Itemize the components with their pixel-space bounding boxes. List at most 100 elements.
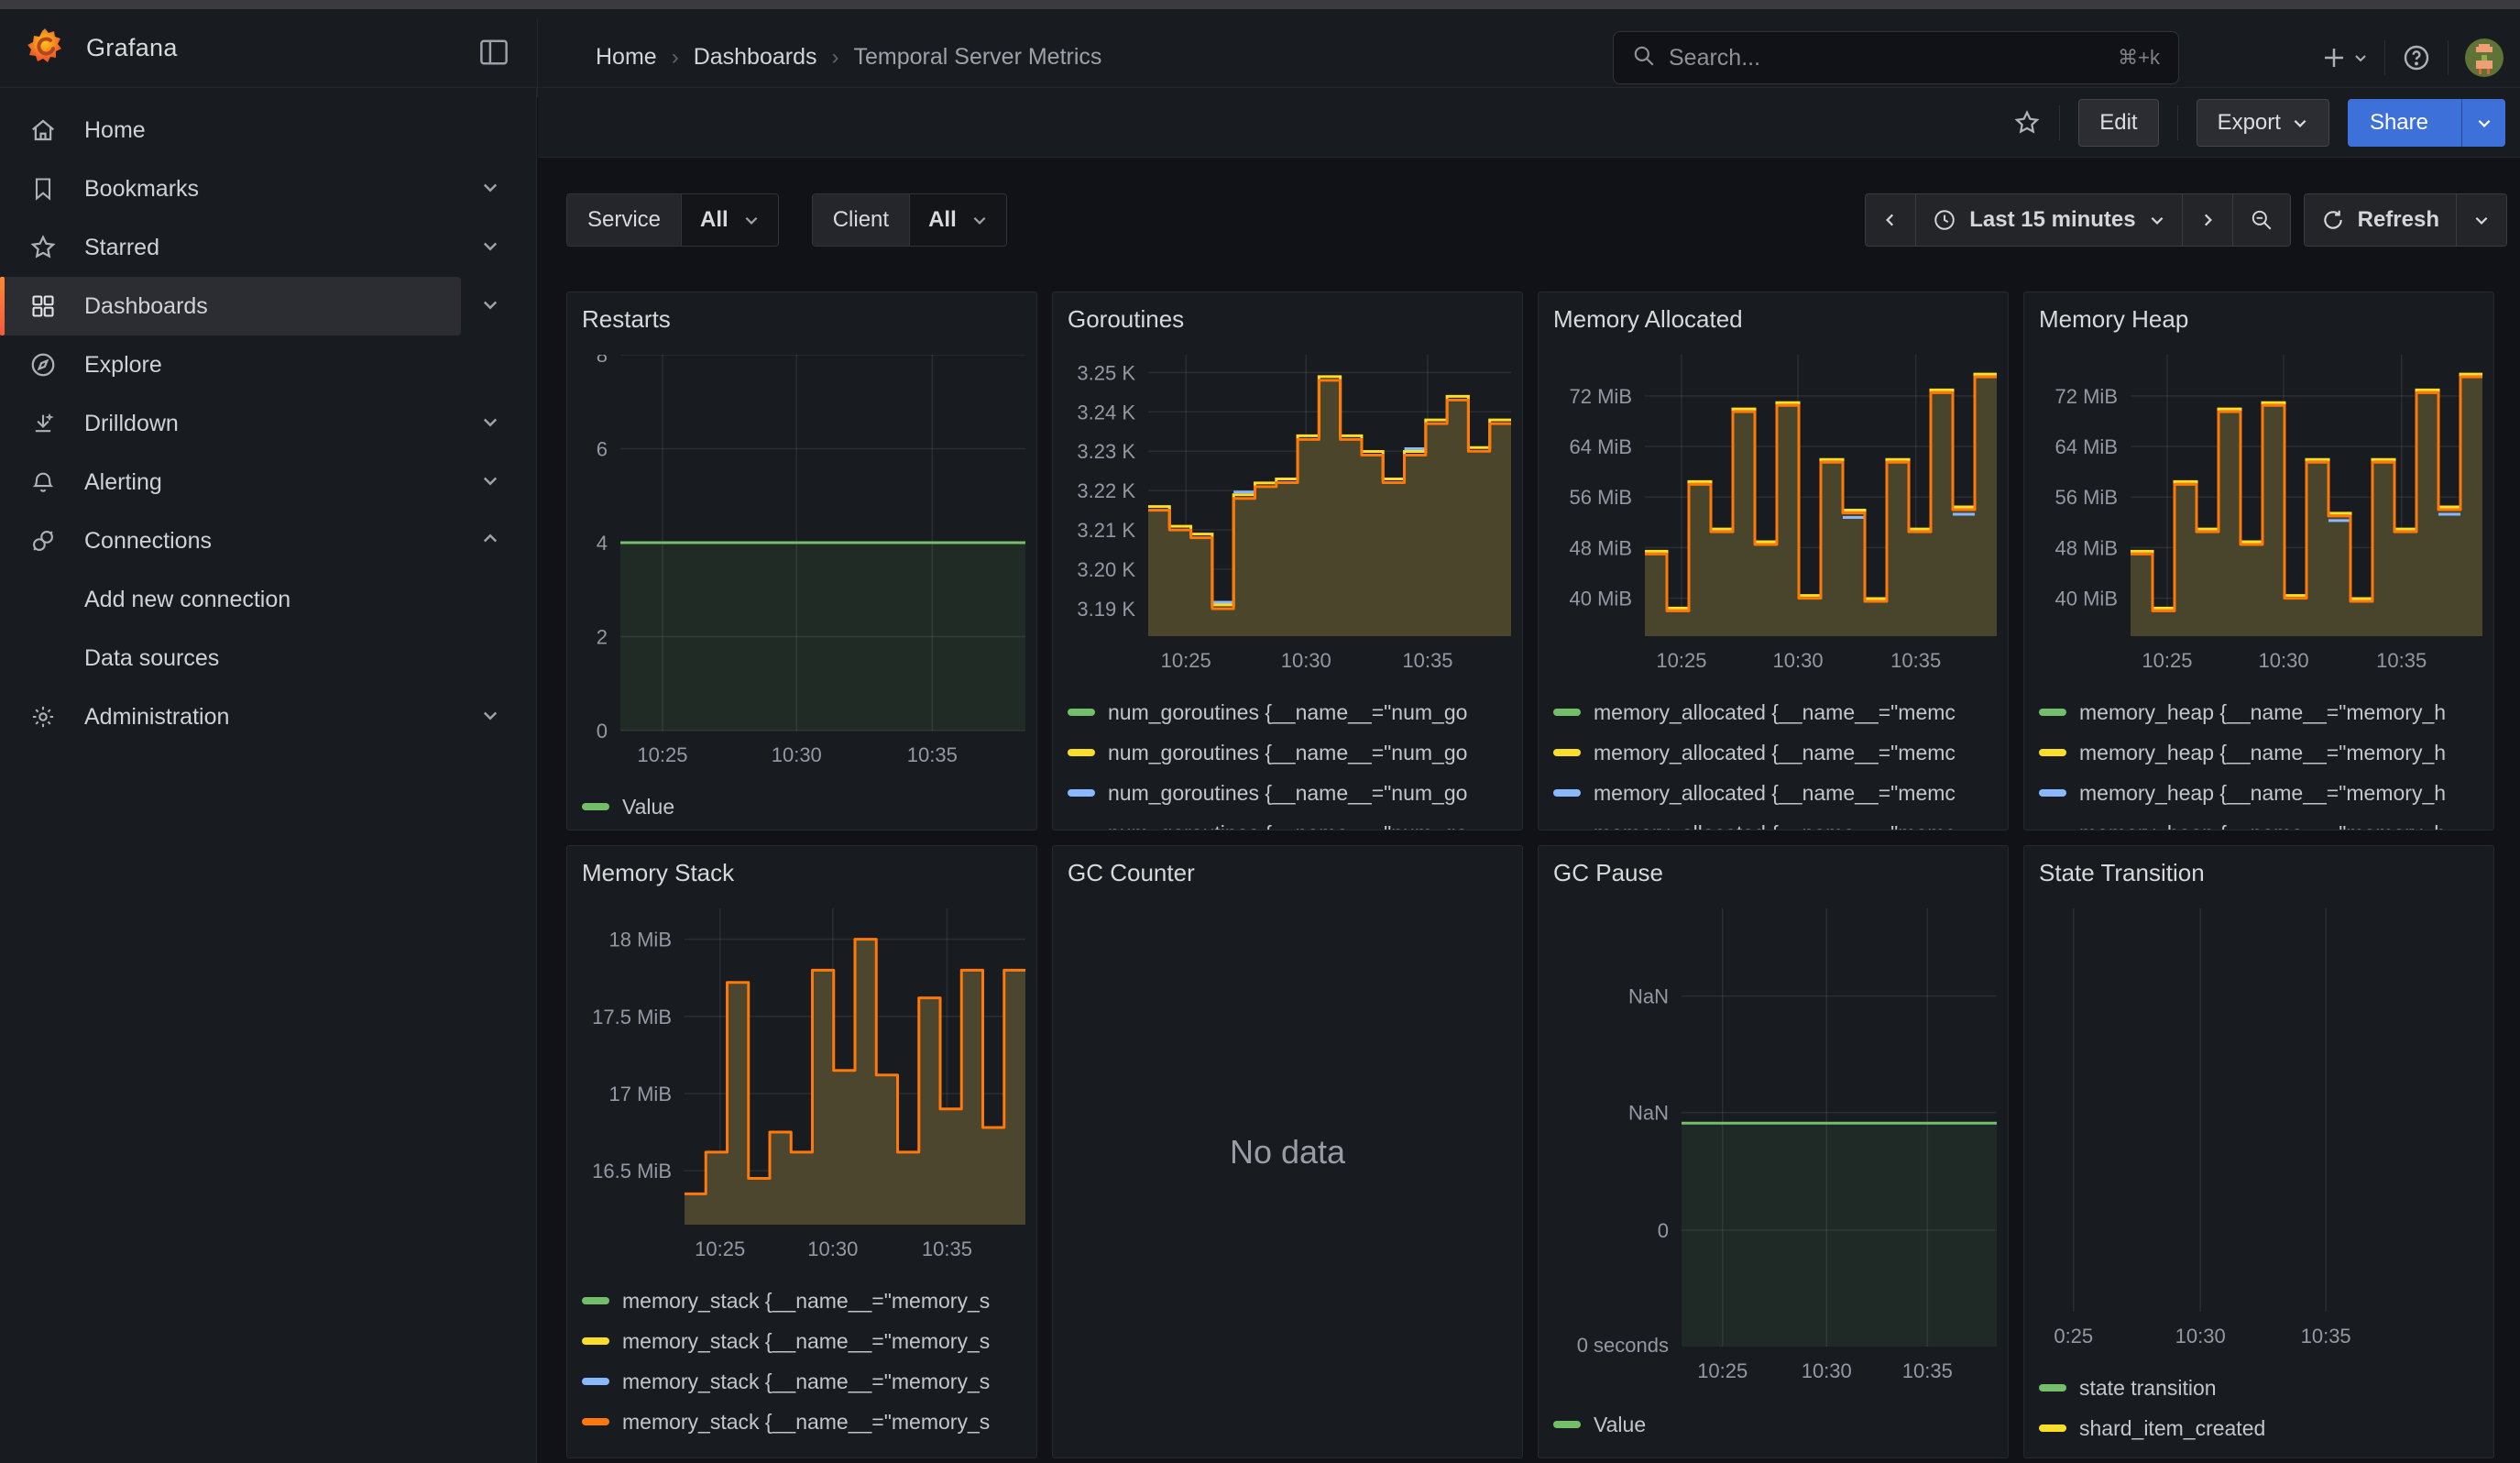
legend-item[interactable]: shard_item_created: [2039, 1408, 2479, 1448]
help-button[interactable]: [2402, 43, 2431, 72]
chevron-down-icon[interactable]: [481, 293, 499, 320]
search-input[interactable]: Search... ⌘+k: [1613, 31, 2179, 84]
share-button[interactable]: Share: [2348, 99, 2450, 147]
sidebar-item-alerting[interactable]: Alerting: [0, 453, 536, 512]
panel-title[interactable]: Restarts: [582, 303, 1022, 335]
chevron-down-icon[interactable]: [481, 235, 499, 261]
svg-text:10:35: 10:35: [2376, 649, 2427, 672]
legend-item[interactable]: memory_heap {__name__="memory_h: [2039, 813, 2479, 830]
refresh-interval-button[interactable]: [2456, 194, 2506, 246]
svg-text:3.20 K: 3.20 K: [1077, 558, 1135, 581]
panel-title[interactable]: State Transition: [2039, 857, 2479, 888]
svg-text:0 seconds: 0 seconds: [1577, 1334, 1669, 1357]
legend-item[interactable]: memory_allocated {__name__="memc: [1553, 732, 1993, 773]
svg-text:0: 0: [597, 720, 608, 742]
svg-text:10:35: 10:35: [907, 743, 958, 766]
legend-item[interactable]: state transition: [2039, 1368, 2479, 1408]
zoom-out-button[interactable]: [2232, 194, 2290, 246]
svg-text:3.25 K: 3.25 K: [1077, 361, 1135, 384]
sidebar-item-home[interactable]: Home: [0, 101, 536, 160]
breadcrumb-home[interactable]: Home: [596, 44, 657, 71]
legend-item[interactable]: memory_heap {__name__="memory_h: [2039, 732, 2479, 773]
refresh-icon: [2321, 208, 2345, 232]
panel-gc-counter: GC Counter No data: [1052, 845, 1523, 1458]
user-avatar[interactable]: [2465, 38, 2504, 77]
memory-stack-chart[interactable]: 18 MiB17.5 MiB17 MiB16.5 MiB10:2510:3010…: [582, 908, 1025, 1266]
restarts-chart[interactable]: 8642010:2510:3010:35: [582, 355, 1025, 772]
legend-item[interactable]: memory_allocated {__name__="memc: [1553, 692, 1993, 732]
refresh-button[interactable]: Refresh: [2305, 194, 2456, 246]
panel-title[interactable]: GC Pause: [1553, 857, 1993, 888]
time-shift-back-button[interactable]: [1866, 194, 1915, 246]
share-menu-button[interactable]: [2461, 99, 2505, 147]
panel-title[interactable]: Memory Heap: [2039, 303, 2479, 335]
panel-grid: Restarts 8642010:2510:3010:35 Value Goro…: [566, 292, 2494, 1458]
star-icon: [27, 234, 59, 261]
export-button[interactable]: Export: [2197, 99, 2329, 147]
memory-allocated-chart[interactable]: 72 MiB64 MiB56 MiB48 MiB40 MiB10:2510:30…: [1553, 355, 1997, 677]
legend-item[interactable]: memory_allocated {__name__="memc: [1553, 813, 1993, 830]
legend-item[interactable]: Value: [1553, 1404, 1993, 1445]
svg-text:10:25: 10:25: [1656, 649, 1706, 672]
panel-title[interactable]: Memory Allocated: [1553, 303, 1993, 335]
time-controls: Last 15 minutes Refresh: [1865, 193, 2507, 247]
svg-text:0: 0: [1658, 1219, 1669, 1242]
breadcrumb-separator: ›: [832, 45, 839, 71]
svg-text:10:30: 10:30: [807, 1238, 858, 1260]
sidebar-item-dashboards[interactable]: Dashboards: [0, 277, 461, 336]
clock-icon: [1933, 208, 1956, 232]
sidebar-item-bookmarks[interactable]: Bookmarks: [0, 160, 536, 218]
nav-sidebar: Home Bookmarks Starred Dashboards Explor…: [0, 88, 537, 1463]
chevron-down-icon[interactable]: [481, 704, 499, 731]
legend-item[interactable]: num_goroutines {__name__="num_go: [1068, 813, 1507, 830]
add-button[interactable]: [2320, 44, 2368, 72]
legend-swatch: [1068, 749, 1095, 756]
sidebar-collapse-icon[interactable]: [478, 38, 509, 71]
sidebar-item-connections[interactable]: Connections: [0, 512, 536, 570]
edit-button[interactable]: Edit: [2078, 99, 2158, 147]
sidebar-item-starred[interactable]: Starred: [0, 218, 536, 277]
service-variable-dropdown[interactable]: Service All: [566, 193, 779, 247]
legend-item[interactable]: memory_stack {__name__="memory_s: [582, 1361, 1022, 1402]
grafana-logo[interactable]: [26, 27, 64, 70]
svg-text:6: 6: [597, 438, 608, 461]
legend-item[interactable]: memory_heap {__name__="memory_h: [2039, 692, 2479, 732]
client-variable-dropdown[interactable]: Client All: [812, 193, 1007, 247]
time-shift-forward-button[interactable]: [2182, 194, 2232, 246]
favorite-star-icon[interactable]: [2013, 109, 2041, 137]
sidebar-item-explore[interactable]: Explore: [0, 336, 536, 394]
legend-item[interactable]: num_goroutines {__name__="num_go: [1068, 732, 1507, 773]
svg-text:10:25: 10:25: [1161, 649, 1211, 672]
chevron-down-icon[interactable]: [481, 176, 499, 203]
memory-heap-chart[interactable]: 72 MiB64 MiB56 MiB48 MiB40 MiB10:2510:30…: [2039, 355, 2482, 677]
legend-item[interactable]: memory_allocated {__name__="memc: [1553, 773, 1993, 813]
legend-item[interactable]: memory_stack {__name__="memory_s: [582, 1321, 1022, 1361]
svg-text:40 MiB: 40 MiB: [2055, 588, 2118, 610]
legend-item[interactable]: memory_stack {__name__="memory_s: [582, 1402, 1022, 1442]
gc-pause-chart[interactable]: NaNNaN00 seconds10:2510:3010:35: [1553, 908, 1997, 1390]
sidebar-item-drilldown[interactable]: Drilldown: [0, 394, 536, 453]
legend-item[interactable]: memory_heap {__name__="memory_h: [2039, 773, 2479, 813]
panel-state-transition: State Transition 0:2510:3010:35 state tr…: [2023, 845, 2494, 1458]
legend-item[interactable]: num_goroutines {__name__="num_go: [1068, 692, 1507, 732]
svg-text:18 MiB: 18 MiB: [609, 929, 672, 952]
svg-text:10:25: 10:25: [637, 743, 687, 766]
panel-title[interactable]: Memory Stack: [582, 857, 1022, 888]
goroutines-chart[interactable]: 3.25 K3.24 K3.23 K3.22 K3.21 K3.20 K3.19…: [1068, 355, 1511, 677]
legend-swatch: [1553, 789, 1581, 797]
legend-item[interactable]: memory_stack {__name__="memory_s: [582, 1281, 1022, 1321]
legend-item[interactable]: Value: [582, 786, 1022, 827]
breadcrumb-dashboards[interactable]: Dashboards: [694, 44, 817, 71]
panel-title[interactable]: Goroutines: [1068, 303, 1507, 335]
sidebar-item-add-new-connection[interactable]: Add new connection: [0, 570, 536, 629]
chevron-up-icon[interactable]: [481, 528, 499, 555]
chevron-down-icon[interactable]: [481, 411, 499, 437]
legend-item[interactable]: num_goroutines {__name__="num_go: [1068, 773, 1507, 813]
sidebar-item-administration[interactable]: Administration: [0, 688, 536, 746]
chevron-down-icon[interactable]: [481, 469, 499, 496]
legend-swatch: [1553, 749, 1581, 756]
svg-text:3.23 K: 3.23 K: [1077, 440, 1135, 463]
state-transition-chart[interactable]: 0:2510:3010:35: [2039, 908, 2482, 1353]
time-range-picker[interactable]: Last 15 minutes: [1915, 194, 2181, 246]
sidebar-item-data-sources[interactable]: Data sources: [0, 629, 536, 688]
